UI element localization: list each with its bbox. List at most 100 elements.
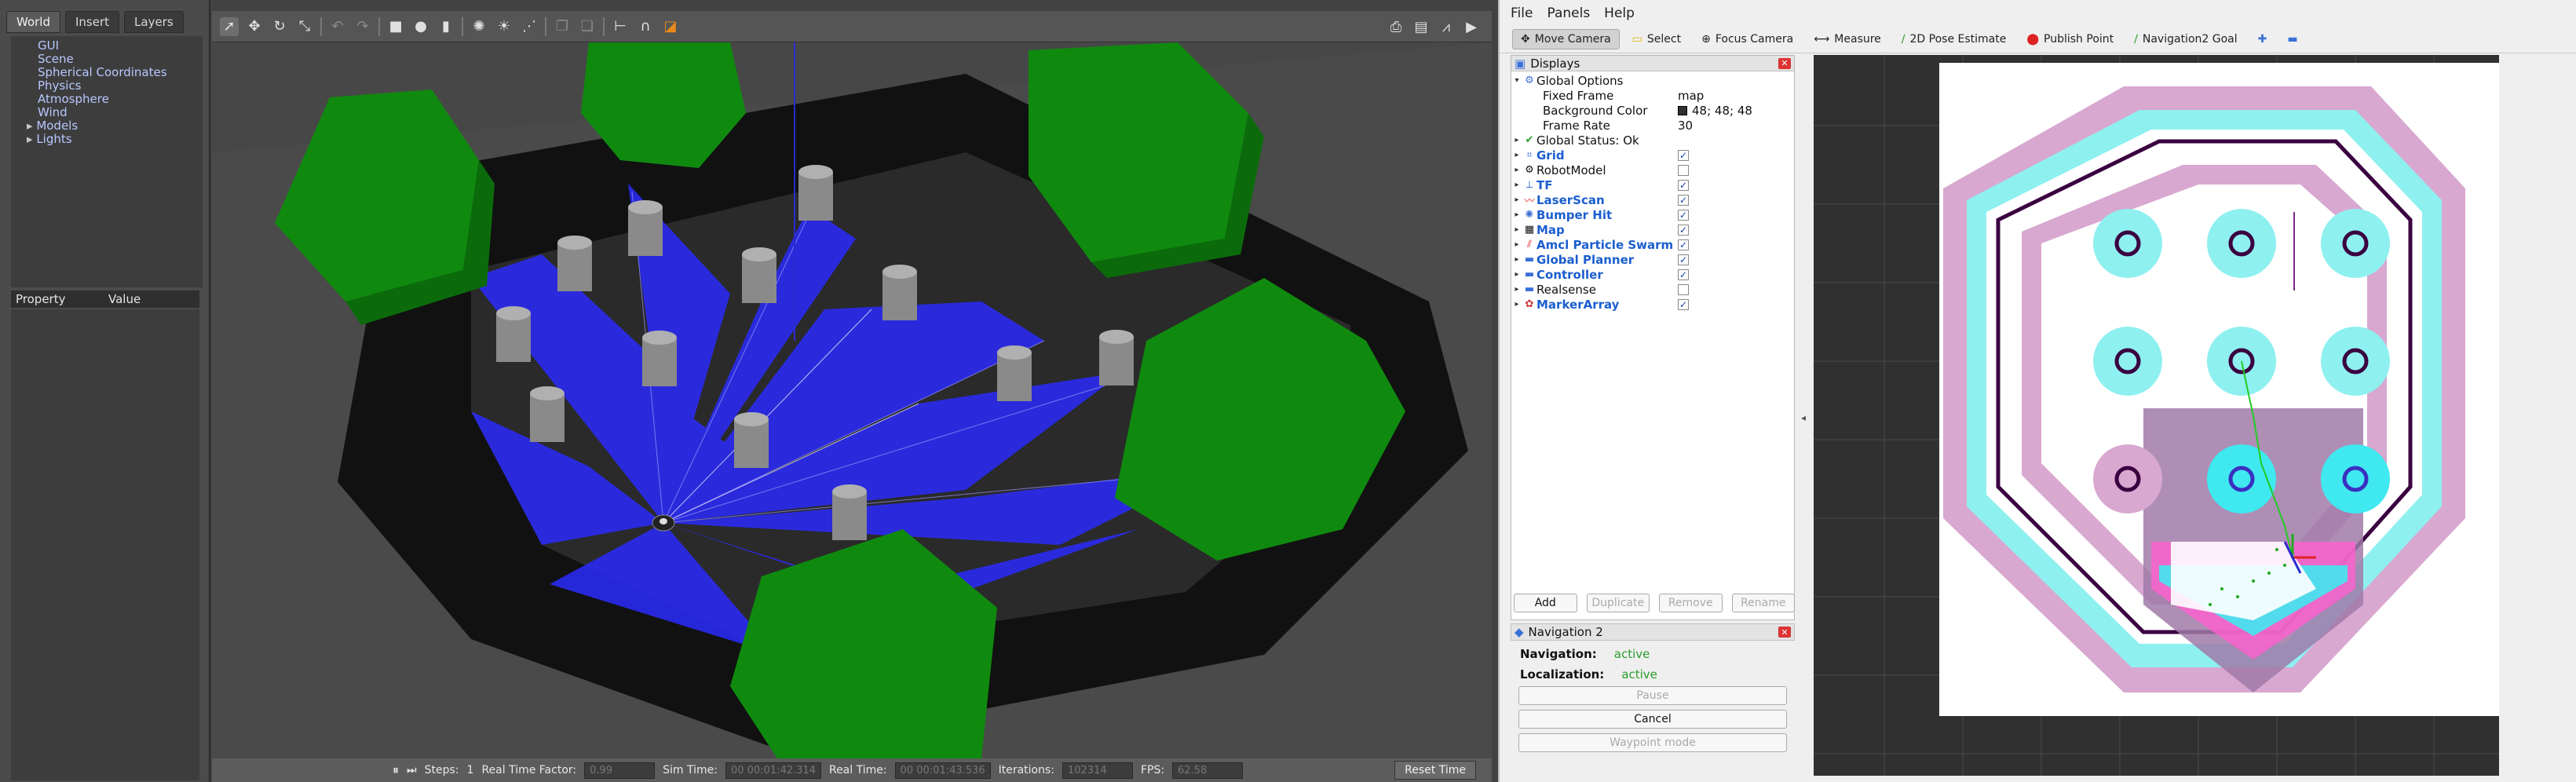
- screenshot-icon[interactable]: ⎙: [1387, 17, 1405, 36]
- collapse-arrow-icon[interactable]: ▾: [1511, 76, 1522, 85]
- plot-icon[interactable]: ⩘: [1437, 17, 1456, 36]
- rviz-3d-view[interactable]: [1814, 55, 2499, 776]
- tree-item-physics[interactable]: Physics: [19, 79, 195, 93]
- display-checkbox-tf[interactable]: ✓: [1678, 180, 1689, 191]
- close-icon[interactable]: ✕: [1778, 57, 1791, 69]
- display-checkbox-bumper-hit[interactable]: ✓: [1678, 210, 1689, 221]
- display-checkbox-grid[interactable]: ✓: [1678, 150, 1689, 161]
- global-options-row[interactable]: ▾ ⚙ Global Options: [1511, 73, 1794, 88]
- global-status-row[interactable]: ▸ ✔ Global Status: Ok: [1511, 133, 1794, 148]
- add-tool-button[interactable]: ✚: [2250, 30, 2275, 49]
- display-row-amcl[interactable]: ▸ ⫽ Amcl Particle Swarm ✓: [1511, 237, 1794, 252]
- tab-insert[interactable]: Insert: [65, 11, 120, 33]
- cylinder-icon[interactable]: ▮: [437, 17, 455, 36]
- display-checkbox-map[interactable]: ✓: [1678, 225, 1689, 236]
- scale-icon[interactable]: ⤡: [295, 17, 314, 36]
- change-view-icon[interactable]: ◪: [661, 17, 680, 36]
- video-icon[interactable]: ▶: [1462, 17, 1481, 36]
- display-row-global-planner[interactable]: ▸ ▬ Global Planner ✓: [1511, 252, 1794, 267]
- tab-layers[interactable]: Layers: [124, 11, 184, 33]
- redo-icon[interactable]: ↷: [353, 17, 372, 36]
- fixed-frame-value[interactable]: map: [1678, 89, 1704, 103]
- pose-estimate-button[interactable]: ∕ 2D Pose Estimate: [1894, 30, 2015, 49]
- display-row-laserscan[interactable]: ▸ 〰 LaserScan ✓: [1511, 192, 1794, 207]
- display-row-map[interactable]: ▸ ▦ Map ✓: [1511, 222, 1794, 237]
- menu-help[interactable]: Help: [1604, 5, 1635, 21]
- display-checkbox-realsense[interactable]: [1678, 284, 1689, 295]
- pause-button[interactable]: Pause: [1518, 686, 1787, 705]
- frame-rate-row[interactable]: Frame Rate 30: [1511, 118, 1794, 133]
- background-color-value[interactable]: 48; 48; 48: [1678, 104, 1752, 118]
- select-arrow-icon[interactable]: ➚: [220, 16, 239, 36]
- add-button[interactable]: Add: [1514, 594, 1577, 612]
- tree-item-spherical-coordinates[interactable]: Spherical Coordinates: [19, 66, 195, 79]
- gazebo-3d-viewport[interactable]: [212, 42, 1492, 758]
- publish-point-button[interactable]: ⬤ Publish Point: [2019, 30, 2121, 49]
- display-row-robotmodel[interactable]: ▸ ⚙ RobotModel: [1511, 163, 1794, 177]
- expand-arrow-icon[interactable]: ▸: [1511, 210, 1522, 219]
- rotate-icon[interactable]: ↻: [270, 17, 289, 36]
- tree-item-lights[interactable]: Lights: [19, 133, 195, 146]
- expand-arrow-icon[interactable]: ▸: [1511, 151, 1522, 159]
- display-checkbox-amcl[interactable]: ✓: [1678, 239, 1689, 250]
- remove-tool-button[interactable]: ▬: [2279, 30, 2305, 49]
- display-checkbox-markerarray[interactable]: ✓: [1678, 299, 1689, 310]
- cancel-button[interactable]: Cancel: [1518, 710, 1787, 729]
- expand-arrow-icon[interactable]: ▸: [1511, 285, 1522, 294]
- display-row-grid[interactable]: ▸ ⌗ Grid ✓: [1511, 148, 1794, 163]
- sphere-icon[interactable]: ●: [411, 17, 430, 36]
- log-icon[interactable]: ▤: [1412, 17, 1431, 36]
- fixed-frame-row[interactable]: Fixed Frame map: [1511, 88, 1794, 103]
- step-icon[interactable]: ⏭: [407, 764, 417, 777]
- close-icon[interactable]: ✕: [1778, 627, 1791, 638]
- expand-arrow-icon[interactable]: ▸: [1511, 166, 1522, 174]
- focus-camera-button[interactable]: ⊕ Focus Camera: [1694, 30, 1801, 49]
- waypoint-mode-button[interactable]: Waypoint mode: [1518, 733, 1787, 752]
- display-row-bumper-hit[interactable]: ▸ ✺ Bumper Hit ✓: [1511, 207, 1794, 222]
- translate-icon[interactable]: ✥: [245, 17, 264, 36]
- expand-arrow-icon[interactable]: ▸: [1511, 136, 1522, 144]
- rename-button[interactable]: Rename: [1731, 594, 1795, 612]
- reset-time-button[interactable]: Reset Time: [1394, 761, 1476, 780]
- background-color-row[interactable]: Background Color 48; 48; 48: [1511, 103, 1794, 118]
- menu-file[interactable]: File: [1511, 5, 1533, 21]
- display-row-tf[interactable]: ▸ ⟂ TF ✓: [1511, 177, 1794, 192]
- steps-value[interactable]: 1: [467, 764, 474, 777]
- display-row-markerarray[interactable]: ▸ ✿ MarkerArray ✓: [1511, 297, 1794, 312]
- undo-icon[interactable]: ↶: [328, 17, 347, 36]
- nav-goal-button[interactable]: ∕ Navigation2 Goal: [2126, 30, 2245, 49]
- align-icon[interactable]: ⊢: [611, 17, 630, 36]
- snap-icon[interactable]: ∩: [636, 17, 655, 36]
- move-camera-button[interactable]: ✥ Move Camera: [1512, 28, 1620, 49]
- tab-world[interactable]: World: [6, 11, 60, 33]
- display-checkbox-global-planner[interactable]: ✓: [1678, 254, 1689, 265]
- tree-item-gui[interactable]: GUI: [19, 39, 195, 53]
- box-icon[interactable]: ■: [386, 17, 405, 36]
- duplicate-button[interactable]: Duplicate: [1586, 594, 1650, 612]
- collapse-panel-icon[interactable]: ◂: [1801, 412, 1806, 423]
- tree-item-scene[interactable]: Scene: [19, 53, 195, 66]
- point-light-icon[interactable]: ✺: [470, 17, 488, 36]
- expand-arrow-icon[interactable]: ▸: [1511, 300, 1522, 309]
- expand-arrow-icon[interactable]: ▸: [1511, 196, 1522, 204]
- play-pause-icon[interactable]: ⏸: [393, 762, 399, 778]
- expand-arrow-icon[interactable]: ▸: [1511, 270, 1522, 279]
- remove-button[interactable]: Remove: [1659, 594, 1723, 612]
- frame-rate-value[interactable]: 30: [1678, 119, 1693, 133]
- select-button[interactable]: ▭ Select: [1624, 30, 1689, 49]
- display-checkbox-robotmodel[interactable]: [1678, 165, 1689, 176]
- display-checkbox-controller[interactable]: ✓: [1678, 269, 1689, 280]
- directional-light-icon[interactable]: ⋰: [520, 17, 539, 36]
- expand-arrow-icon[interactable]: ▸: [1511, 240, 1522, 249]
- tree-item-models[interactable]: Models: [19, 119, 195, 133]
- display-checkbox-laserscan[interactable]: ✓: [1678, 195, 1689, 206]
- display-row-realsense[interactable]: ▸ ▬ Realsense: [1511, 282, 1794, 297]
- tree-item-atmosphere[interactable]: Atmosphere: [19, 93, 195, 106]
- spot-light-icon[interactable]: ☀: [495, 17, 513, 36]
- expand-arrow-icon[interactable]: ▸: [1511, 181, 1522, 189]
- copy-icon[interactable]: ❐: [553, 17, 572, 36]
- expand-arrow-icon[interactable]: ▸: [1511, 225, 1522, 234]
- display-row-controller[interactable]: ▸ ▬ Controller ✓: [1511, 267, 1794, 282]
- expand-arrow-icon[interactable]: ▸: [1511, 255, 1522, 264]
- paste-icon[interactable]: ❏: [578, 17, 597, 36]
